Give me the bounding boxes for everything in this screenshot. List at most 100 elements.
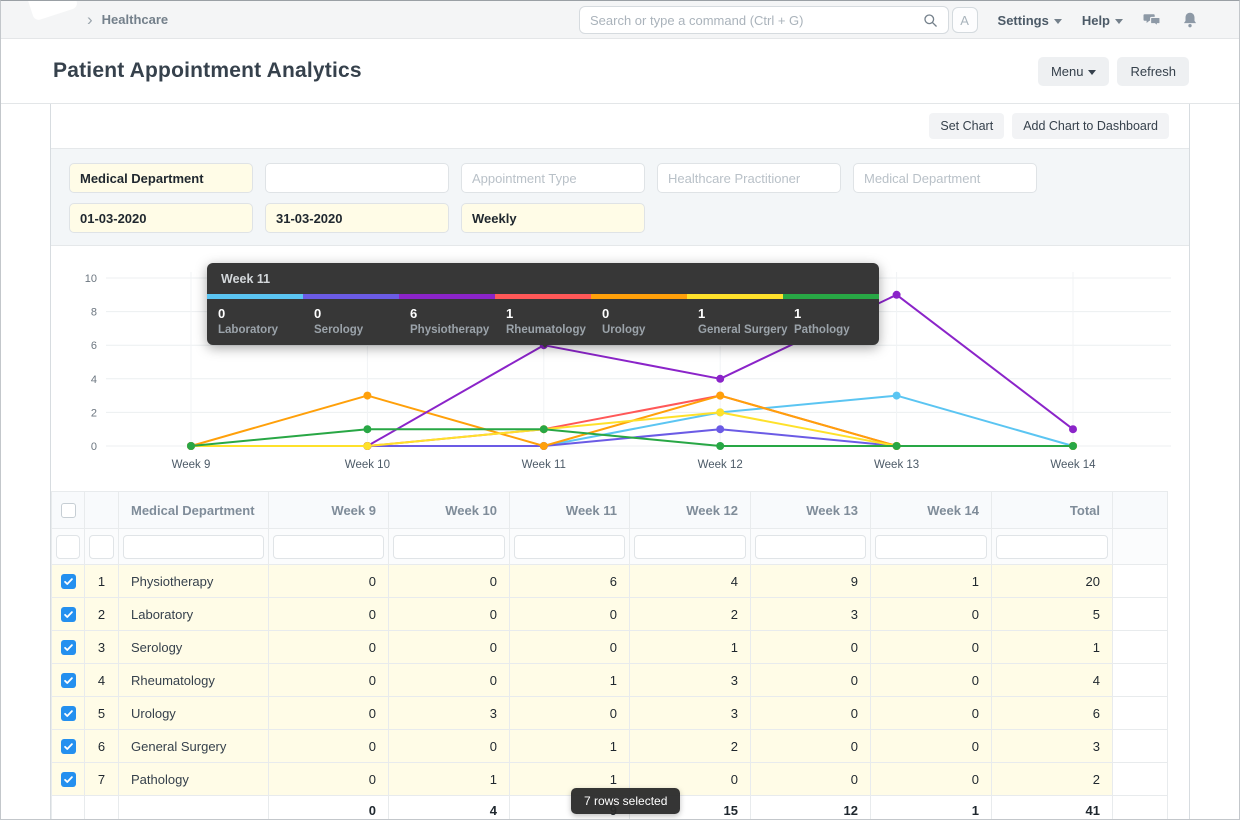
row-checkbox[interactable]	[61, 673, 76, 688]
breadcrumb-healthcare[interactable]: Healthcare	[102, 12, 168, 27]
column-filter-input[interactable]	[755, 535, 866, 559]
col-header-week13[interactable]: Week 13	[751, 492, 871, 529]
row-index: 6	[85, 730, 119, 763]
col-header-week10[interactable]: Week 10	[389, 492, 510, 529]
svg-text:Week 10: Week 10	[345, 459, 390, 471]
value-cell: 0	[871, 730, 992, 763]
value-cell: 0	[389, 664, 510, 697]
point-pathology[interactable]	[187, 442, 195, 450]
value-cell: 0	[269, 697, 389, 730]
point-urology[interactable]	[363, 392, 371, 400]
value-cell: 1	[630, 631, 751, 664]
tooltip-title: Week 11	[207, 263, 879, 294]
value-cell: 2	[630, 730, 751, 763]
global-search[interactable]	[579, 6, 949, 34]
row-index: 2	[85, 598, 119, 631]
logo-splash	[25, 0, 78, 21]
value-cell: 0	[389, 631, 510, 664]
point-physiotherapy[interactable]	[1069, 425, 1077, 433]
point-general-surgery[interactable]	[363, 442, 371, 450]
value-cell: 0	[269, 631, 389, 664]
column-filter-input[interactable]	[123, 535, 264, 559]
search-input[interactable]	[590, 13, 923, 28]
row-checkbox[interactable]	[61, 739, 76, 754]
chat-icon[interactable]	[1143, 11, 1161, 29]
value-cell: 3	[751, 598, 871, 631]
table-row[interactable]: 2Laboratory0002305	[52, 598, 1168, 631]
table-row[interactable]: 3Serology0001001	[52, 631, 1168, 664]
row-checkbox[interactable]	[61, 706, 76, 721]
column-filter-input[interactable]	[89, 535, 114, 559]
chevron-right-icon: ›	[87, 11, 93, 28]
point-physiotherapy[interactable]	[893, 291, 901, 299]
column-filter-input[interactable]	[514, 535, 625, 559]
help-menu[interactable]: Help	[1082, 13, 1123, 28]
tooltip-entry: 0Urology	[591, 306, 687, 336]
medical-department-filter[interactable]	[853, 163, 1037, 193]
point-pathology[interactable]	[716, 442, 724, 450]
point-pathology[interactable]	[1069, 442, 1077, 450]
column-filter-input[interactable]	[634, 535, 746, 559]
row-checkbox[interactable]	[61, 574, 76, 589]
table-row[interactable]: 4Rheumatology0013004	[52, 664, 1168, 697]
total-cell: 0	[269, 796, 389, 820]
value-cell: 0	[269, 763, 389, 796]
notifications-bell-icon[interactable]	[1181, 11, 1199, 29]
point-pathology[interactable]	[540, 425, 548, 433]
col-header-week11[interactable]: Week 11	[510, 492, 630, 529]
value-cell: 1	[871, 565, 992, 598]
point-general-surgery[interactable]	[716, 408, 724, 416]
column-filter-input[interactable]	[56, 535, 80, 559]
chevron-down-icon	[1115, 19, 1123, 24]
settings-menu[interactable]: Settings	[998, 13, 1062, 28]
filter-section	[51, 148, 1189, 246]
point-pathology[interactable]	[893, 442, 901, 450]
range-filter[interactable]	[461, 203, 645, 233]
from-date-filter[interactable]	[69, 203, 253, 233]
value-cell: 0	[389, 730, 510, 763]
point-physiotherapy[interactable]	[716, 375, 724, 383]
col-header-week9[interactable]: Week 9	[269, 492, 389, 529]
set-chart-button[interactable]: Set Chart	[929, 113, 1004, 139]
row-checkbox[interactable]	[61, 772, 76, 787]
empty-filter[interactable]	[265, 163, 449, 193]
col-header-week12[interactable]: Week 12	[630, 492, 751, 529]
table-row[interactable]: 6General Surgery0012003	[52, 730, 1168, 763]
point-urology[interactable]	[540, 442, 548, 450]
avatar[interactable]: A	[952, 7, 978, 33]
row-checkbox[interactable]	[61, 640, 76, 655]
appointment-type-filter[interactable]	[461, 163, 645, 193]
column-filter-input[interactable]	[393, 535, 505, 559]
report-datatable: Medical Department Week 9 Week 10 Week 1…	[51, 491, 1168, 820]
svg-text:Week 9: Week 9	[172, 459, 211, 471]
tooltip-entry: 0Laboratory	[207, 306, 303, 336]
svg-text:Week 14: Week 14	[1050, 459, 1096, 471]
point-pathology[interactable]	[363, 425, 371, 433]
column-filter-input[interactable]	[996, 535, 1108, 559]
add-chart-to-dashboard-button[interactable]: Add Chart to Dashboard	[1012, 113, 1169, 139]
refresh-button[interactable]: Refresh	[1117, 57, 1189, 86]
table-row[interactable]: 1Physiotherapy00649120	[52, 565, 1168, 598]
point-serology[interactable]	[716, 425, 724, 433]
tree-type-filter[interactable]	[69, 163, 253, 193]
point-laboratory[interactable]	[893, 392, 901, 400]
select-all-checkbox[interactable]	[61, 503, 76, 518]
svg-text:Week 13: Week 13	[874, 459, 919, 471]
department-cell: Urology	[119, 697, 269, 730]
navbar: › Healthcare A Settings Help	[1, 1, 1239, 39]
to-date-filter[interactable]	[265, 203, 449, 233]
row-checkbox[interactable]	[61, 607, 76, 622]
col-header-department[interactable]: Medical Department	[119, 492, 269, 529]
table-row[interactable]: 5Urology0303006	[52, 697, 1168, 730]
value-cell: 0	[269, 664, 389, 697]
col-header-total[interactable]: Total	[992, 492, 1113, 529]
tooltip-entry: 1Pathology	[783, 306, 879, 336]
col-header-week14[interactable]: Week 14	[871, 492, 992, 529]
value-cell: 0	[389, 598, 510, 631]
column-filter-input[interactable]	[273, 535, 384, 559]
healthcare-practitioner-filter[interactable]	[657, 163, 841, 193]
column-filter-input[interactable]	[875, 535, 987, 559]
point-urology[interactable]	[716, 392, 724, 400]
page-title: Patient Appointment Analytics	[53, 59, 362, 83]
menu-button[interactable]: Menu	[1038, 57, 1110, 86]
